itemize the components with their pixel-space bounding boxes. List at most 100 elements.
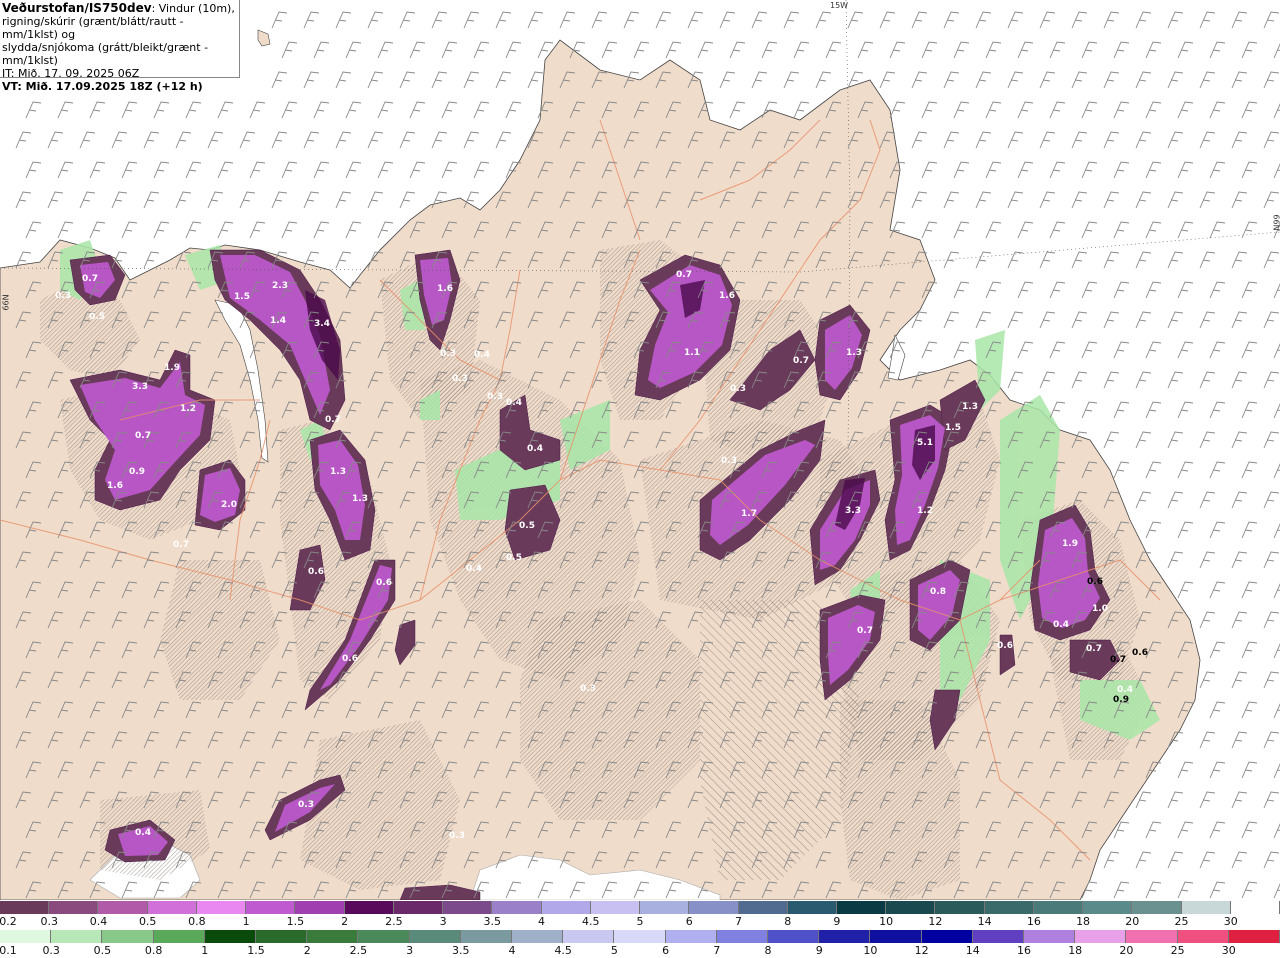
legend-tick-label: 9 bbox=[815, 944, 823, 957]
legend-tick-label: 6 bbox=[662, 944, 670, 957]
precip-label: 0.3 bbox=[487, 392, 503, 402]
legend-color-cell bbox=[51, 930, 103, 943]
initial-time: IT: Mið. 17. 09. 2025 06Z bbox=[2, 67, 140, 80]
precip-label: 0.3 bbox=[730, 384, 746, 394]
precip-label: 0.7 bbox=[325, 415, 341, 425]
legend-tick-label: 12 bbox=[928, 915, 943, 928]
legend-tick-label: 10 bbox=[863, 944, 878, 957]
legend-color-cell bbox=[886, 901, 936, 914]
precip-label: 0.5 bbox=[506, 553, 522, 563]
legend-color-cell bbox=[1033, 901, 1084, 914]
legend-tick-label: 3 bbox=[406, 944, 414, 957]
legend-color-cell bbox=[1126, 930, 1178, 943]
legend-color-cell bbox=[870, 930, 922, 943]
precip-label: 1.9 bbox=[164, 363, 180, 373]
precip-label: 0.3 bbox=[452, 374, 468, 384]
legend-tick-label: 2.5 bbox=[385, 915, 403, 928]
precip-label: 1.0 bbox=[1092, 604, 1108, 614]
legend-tick-label: 20 bbox=[1119, 944, 1134, 957]
precip-label: 0.5 bbox=[519, 521, 535, 531]
legend-color-cell bbox=[492, 901, 542, 914]
legend-tick-label: 0.8 bbox=[188, 915, 206, 928]
precip-label: 0.3 bbox=[55, 291, 71, 301]
legend-color-cell bbox=[147, 901, 197, 914]
legend-tick-label: 0.3 bbox=[40, 915, 58, 928]
precip-label: 5.1 bbox=[917, 438, 933, 448]
legend-tick-label: 2.5 bbox=[349, 944, 368, 957]
precip-label: 0.9 bbox=[1113, 695, 1129, 705]
precip-label: 1.2 bbox=[917, 506, 933, 516]
rain-legend-bar bbox=[0, 930, 1280, 943]
precip-label: 0.8 bbox=[930, 587, 946, 597]
precip-label: 0.4 bbox=[527, 444, 543, 454]
legend-tick-label: 25 bbox=[1170, 944, 1185, 957]
legend-color-cell bbox=[1024, 930, 1076, 943]
legend-color-cell bbox=[204, 930, 257, 943]
precip-label: 1.3 bbox=[330, 467, 346, 477]
legend-color-cell bbox=[1075, 930, 1127, 943]
legend-tick-label: 0.5 bbox=[93, 944, 112, 957]
legend-tick-label: 18 bbox=[1076, 915, 1091, 928]
legend-tick-label: 7 bbox=[734, 915, 742, 928]
precip-label: 0.6 bbox=[342, 654, 358, 664]
precip-label: 1.5 bbox=[945, 423, 961, 433]
precip-label: 1.6 bbox=[107, 481, 123, 491]
legend-color-cell bbox=[0, 901, 50, 914]
parallel-label-right: 66N bbox=[1271, 214, 1280, 231]
legend-tick-label: 1 bbox=[242, 915, 250, 928]
precip-label: 0.4 bbox=[1117, 685, 1133, 695]
legend-color-cell bbox=[460, 930, 513, 943]
legend-color-cell bbox=[563, 930, 615, 943]
map-title-box: Veðurstofan/IS750dev: Vindur (10m), rign… bbox=[0, 0, 240, 93]
forecast-map-view: 0.7 0.5 0.3 1.5 2.3 1.4 3.4 1.6 0.3 0.4 0.3 1.9 3.3 1… bbox=[0, 0, 1280, 958]
legend-color-cell bbox=[738, 901, 788, 914]
legend-tick-label: 8 bbox=[784, 915, 792, 928]
precip-label: 2.0 bbox=[221, 500, 237, 510]
legend-color-cell bbox=[614, 930, 666, 943]
precip-label: 3.4 bbox=[314, 319, 330, 329]
legend-color-cell bbox=[1177, 930, 1229, 943]
brand-title: Veðurstofan/IS750dev bbox=[2, 1, 152, 15]
legend-tick-label: 0.8 bbox=[144, 944, 163, 957]
precip-label: 0.9 bbox=[129, 467, 145, 477]
precip-label: 1.9 bbox=[1062, 539, 1078, 549]
legend-color-cell bbox=[246, 901, 296, 914]
precip-label: 0.3 bbox=[440, 349, 456, 359]
legend-tick-label: 0.5 bbox=[138, 915, 157, 928]
legend-tick-label: 2 bbox=[341, 915, 349, 928]
legend-color-cell bbox=[102, 930, 154, 943]
legend-color-cell bbox=[0, 930, 52, 943]
legend-tick-label: 10 bbox=[879, 915, 894, 928]
legend-color-cell bbox=[716, 930, 769, 943]
legend-tick-label: 5 bbox=[636, 915, 644, 928]
snow-legend-bar bbox=[0, 901, 1280, 914]
legend-color-cell bbox=[358, 930, 410, 943]
rain-legend-labels: 0.1 0.3 0.5 0.8 1 1.5 2 2.5 3 3.5 4 4.5 5 6 7 8 9 10 12 14 1… bbox=[0, 944, 1280, 957]
precip-label: 0.7 bbox=[1110, 655, 1126, 665]
legend-color-cell bbox=[590, 901, 641, 914]
legend-tick-label: 16 bbox=[1017, 944, 1031, 957]
precip-label: 0.6 bbox=[376, 578, 392, 588]
legend-tick-label: 1.5 bbox=[247, 944, 265, 957]
legend-color-cell bbox=[689, 901, 739, 914]
precip-label: 1.2 bbox=[180, 404, 196, 414]
legend-color-cell bbox=[665, 930, 717, 943]
legend-tick-label: 4.5 bbox=[554, 944, 572, 957]
legend-color-cell bbox=[49, 901, 99, 914]
legend-tick-label: 4 bbox=[538, 915, 546, 928]
precip-label: 0.7 bbox=[793, 356, 809, 366]
legend-tick-label: 20 bbox=[1125, 915, 1140, 928]
precip-label: 0.7 bbox=[82, 274, 98, 284]
precip-label: 0.7 bbox=[173, 540, 189, 550]
legend-tick-label: 14 bbox=[965, 944, 980, 957]
legend-color-cell bbox=[935, 901, 985, 914]
legend-color-cell bbox=[153, 930, 205, 943]
legend-color-cell bbox=[1181, 901, 1231, 914]
legend-tick-label: 5 bbox=[610, 944, 618, 957]
precip-label: 0.3 bbox=[449, 831, 465, 841]
legend-color-cell bbox=[984, 901, 1034, 914]
precip-label: 2.3 bbox=[272, 281, 288, 291]
legend-color-cell bbox=[1228, 930, 1280, 943]
precip-label: 1.6 bbox=[719, 291, 735, 301]
snow-legend-labels: 0.2 0.3 0.4 0.5 0.8 1 1.5 2 2.5 3 3.5 4 4.5 5 6 7 8 9 10 12… bbox=[0, 915, 1280, 928]
